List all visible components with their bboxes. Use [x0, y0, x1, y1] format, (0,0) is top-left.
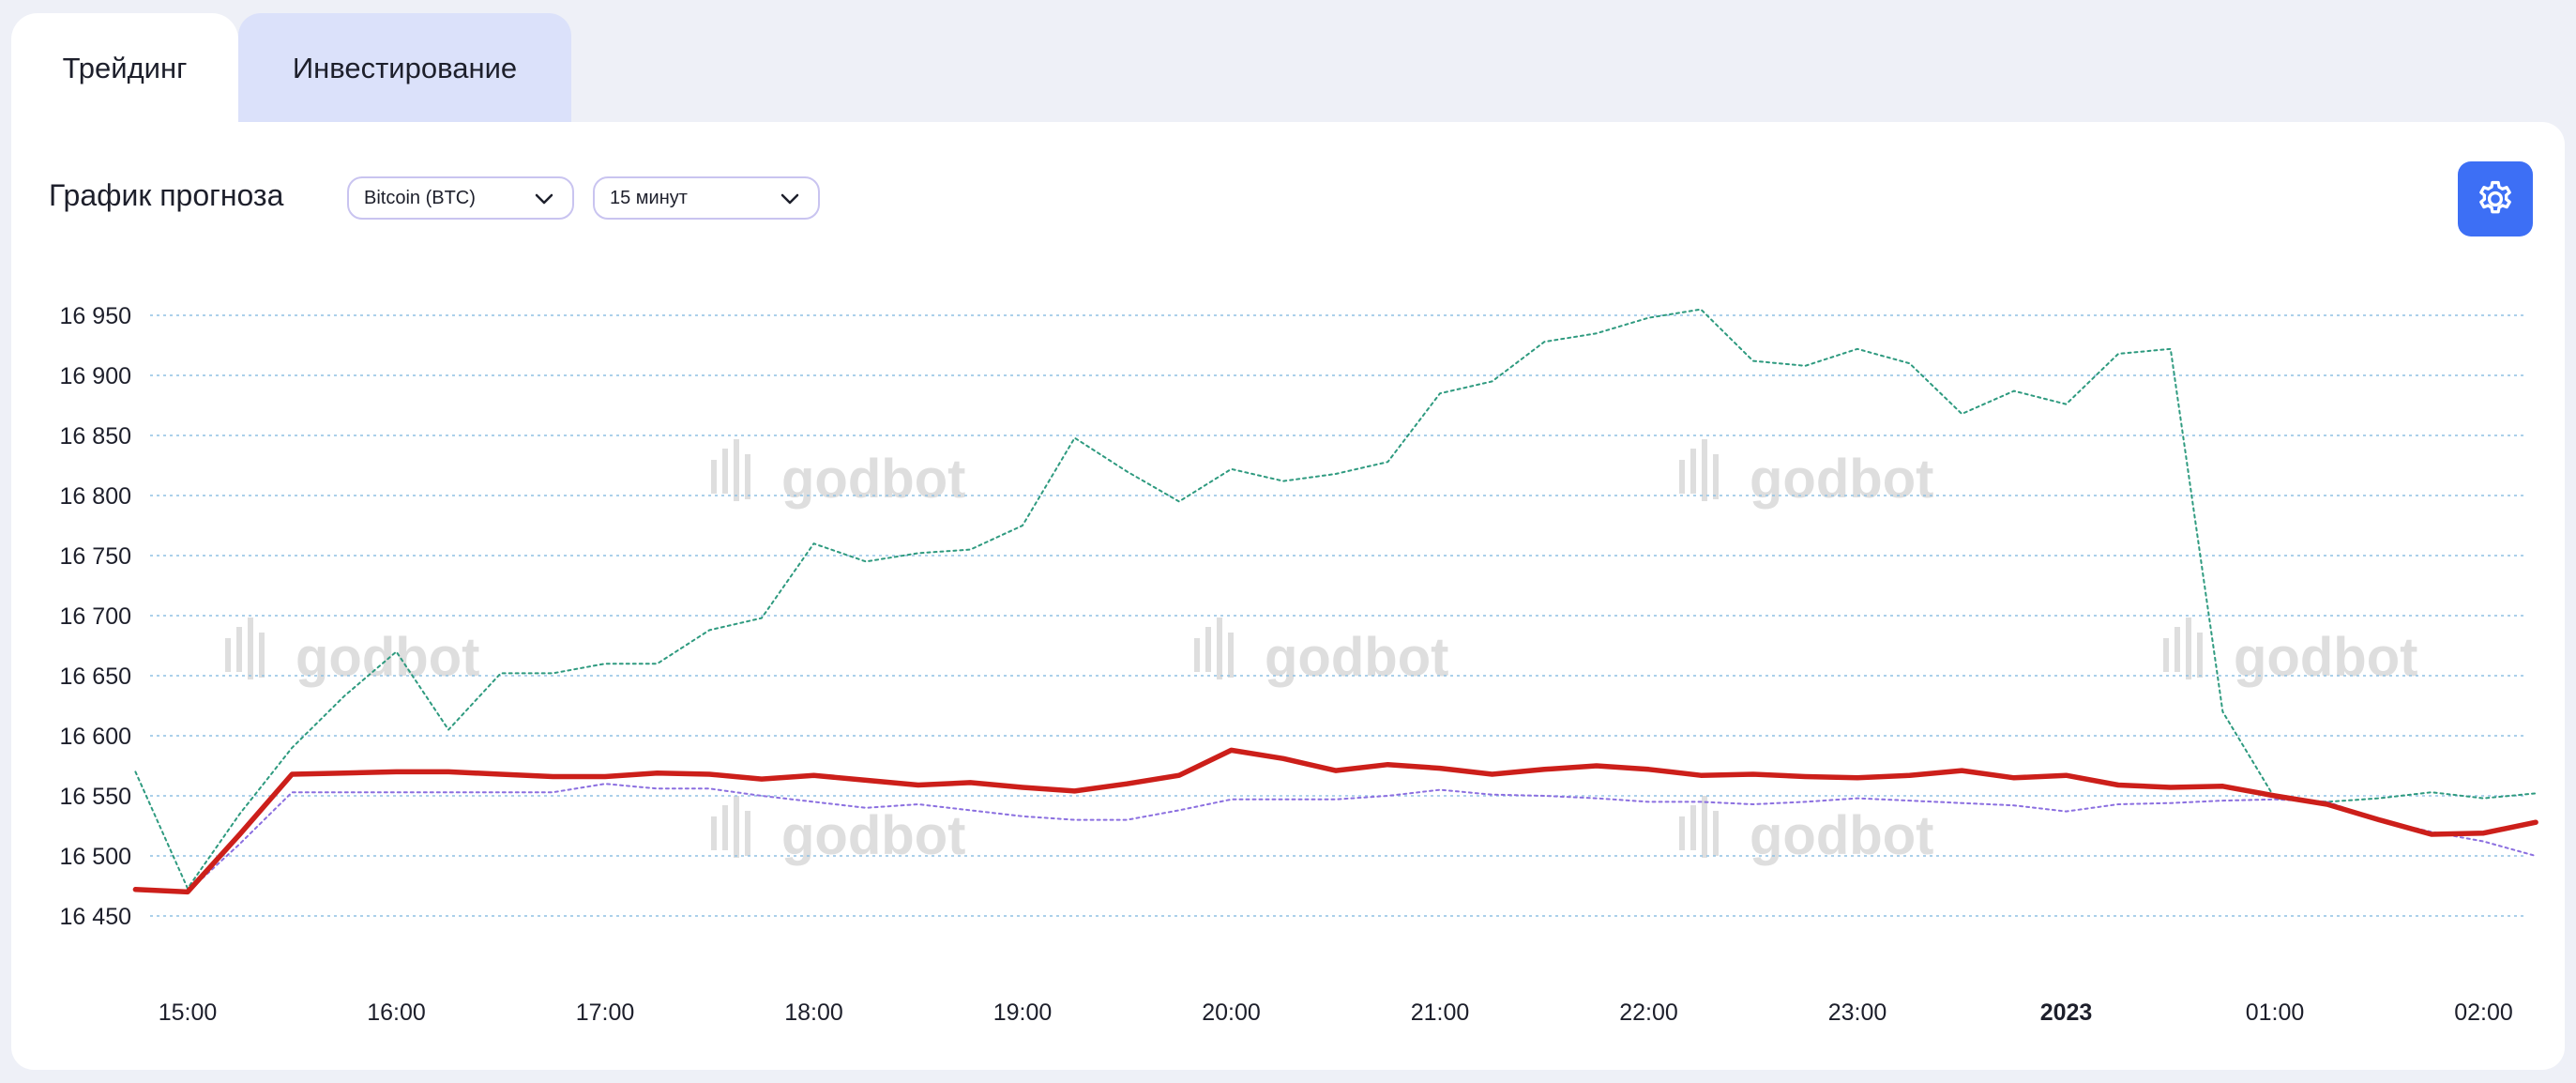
- x-tick-label: 01:00: [2246, 999, 2305, 1026]
- watermark-bar: [711, 460, 717, 494]
- forecast-chart: godbot godbot godbot godbot godbot godbot godb…: [60, 303, 2538, 1026]
- y-tick-label: 16 600: [60, 724, 131, 750]
- watermark-bar: [259, 633, 265, 678]
- watermark-bar: [1205, 627, 1211, 672]
- watermark-logo: godbot: [1679, 439, 1933, 510]
- x-tick-label: 18:00: [784, 999, 843, 1026]
- watermark-text: godbot: [781, 449, 965, 510]
- watermark-bar: [1679, 816, 1685, 850]
- series-layer: [132, 308, 2538, 895]
- series-points-purple: [135, 784, 2537, 892]
- watermark-bar: [745, 811, 750, 856]
- watermark-bar: [1713, 811, 1719, 856]
- watermark-bar: [1713, 454, 1719, 499]
- y-tick-label: 16 900: [60, 363, 131, 389]
- watermark-bar: [722, 805, 728, 850]
- watermark-bar: [1194, 638, 1200, 672]
- watermark-bar: [248, 618, 253, 679]
- x-tick-label: 17:00: [576, 999, 635, 1026]
- series-line-purple: [134, 783, 2538, 893]
- watermark-layer: godbot godbot godbot godbot godbot godbot godb…: [225, 439, 2417, 866]
- watermark-bar: [711, 816, 717, 850]
- y-tick-label: 16 850: [60, 423, 131, 450]
- watermark-bar: [236, 627, 242, 672]
- watermark-bar: [2186, 618, 2191, 679]
- watermark-bar: [1690, 805, 1696, 850]
- y-axis: 16 950 16 900 16 850 16 800 16 750 16 700 16 6…: [60, 303, 131, 930]
- watermark-bar: [2174, 627, 2180, 672]
- watermark-logo: godbot: [711, 439, 965, 510]
- watermark-bar: [1217, 618, 1222, 679]
- watermark-logo: godbot: [1194, 618, 1448, 688]
- watermark-text: godbot: [295, 627, 479, 688]
- x-tick-label: 02:00: [2454, 999, 2513, 1026]
- watermark-text: godbot: [1750, 449, 1933, 510]
- watermark-bar: [1702, 796, 1707, 858]
- x-tick-label: 23:00: [1828, 999, 1887, 1026]
- y-tick-label: 16 450: [60, 904, 131, 930]
- watermark-text: godbot: [781, 805, 965, 866]
- y-tick-label: 16 950: [60, 303, 131, 329]
- y-tick-label: 16 700: [60, 603, 131, 630]
- x-tick-label: 21:00: [1411, 999, 1470, 1026]
- watermark-bar: [1679, 460, 1685, 494]
- series-points-green: [135, 309, 2537, 889]
- y-tick-label: 16 550: [60, 784, 131, 810]
- x-tick-label: 20:00: [1202, 999, 1261, 1026]
- x-tick-label: 15:00: [159, 999, 218, 1026]
- watermark-bar: [1702, 439, 1707, 501]
- watermark-bar: [722, 449, 728, 494]
- y-tick-label: 16 500: [60, 844, 131, 870]
- y-tick-label: 16 800: [60, 483, 131, 510]
- x-tick-label: 22:00: [1619, 999, 1678, 1026]
- grid-lines: [150, 314, 2523, 917]
- y-tick-label: 16 650: [60, 664, 131, 690]
- watermark-bar: [734, 796, 739, 858]
- x-axis: 15:00 16:00 17:00 18:00 19:00 20:00 21:00 22:00…: [159, 999, 2513, 1026]
- x-tick-label: 16:00: [367, 999, 426, 1026]
- watermark-logo: godbot: [2163, 618, 2417, 688]
- watermark-text: godbot: [2234, 627, 2417, 688]
- watermark-bar: [2197, 633, 2203, 678]
- watermark-bar: [734, 439, 739, 501]
- series-line-actual: [132, 747, 2538, 895]
- watermark-text: godbot: [1265, 627, 1448, 688]
- x-tick-label: 19:00: [993, 999, 1053, 1026]
- watermark-bar: [1228, 633, 1234, 678]
- y-tick-label: 16 750: [60, 543, 131, 570]
- watermark-bar: [2163, 638, 2169, 672]
- watermark-bar: [745, 454, 750, 499]
- watermark-text: godbot: [1750, 805, 1933, 866]
- watermark-bar: [1690, 449, 1696, 494]
- watermark-bar: [225, 638, 231, 672]
- watermark-logo: godbot: [225, 618, 479, 688]
- series-line-green: [134, 308, 2538, 890]
- x-tick-label: 2023: [2040, 999, 2093, 1026]
